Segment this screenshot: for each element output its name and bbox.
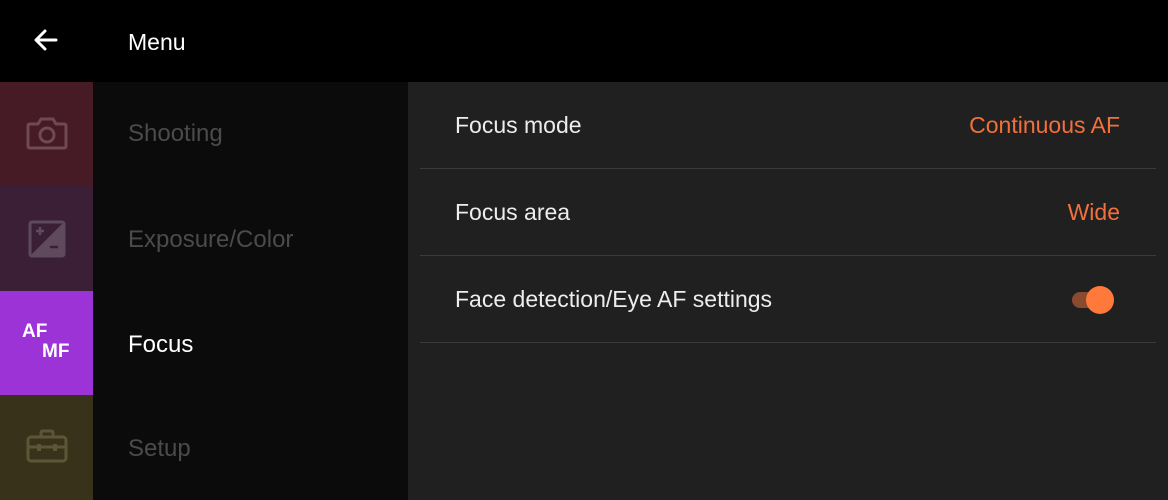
category-exposure-tab[interactable]	[0, 186, 93, 291]
setting-row-focus-area[interactable]: Focus area Wide	[420, 169, 1156, 256]
category-focus-tab[interactable]: AF MF	[0, 291, 93, 395]
top-bar: Menu	[0, 0, 1168, 82]
category-icon-column: AF MF	[0, 82, 93, 500]
setting-value: Wide	[1067, 199, 1120, 225]
toggle-thumb	[1086, 286, 1114, 314]
category-label-focus[interactable]: Focus	[128, 331, 193, 359]
arrow-left-icon	[34, 29, 58, 51]
setting-label: Face detection/Eye AF settings	[455, 286, 773, 312]
af-text: AF	[22, 321, 48, 342]
category-shooting-tab[interactable]	[0, 82, 93, 186]
toolbox-icon	[26, 429, 68, 463]
category-setup-tab[interactable]	[0, 395, 93, 500]
mf-text: MF	[42, 341, 70, 362]
setting-label: Focus area	[455, 199, 571, 225]
setting-row-focus-mode[interactable]: Focus mode Continuous AF	[420, 82, 1156, 169]
category-label-shooting[interactable]: Shooting	[128, 120, 223, 148]
back-button[interactable]	[22, 20, 70, 62]
af-mf-icon: AF MF	[22, 321, 78, 369]
setting-label: Focus mode	[455, 112, 582, 138]
face-detection-toggle[interactable]	[1070, 284, 1116, 314]
page-title: Menu	[128, 29, 186, 55]
category-label-setup[interactable]: Setup	[128, 435, 191, 463]
category-label-column: Shooting Exposure/Color Focus Setup	[93, 82, 408, 500]
setting-value: Continuous AF	[969, 112, 1120, 138]
settings-panel: Focus mode Continuous AF Focus area Wide…	[408, 82, 1168, 500]
exposure-compensation-icon	[28, 220, 66, 258]
camera-icon	[26, 117, 68, 150]
setting-row-face-detection[interactable]: Face detection/Eye AF settings	[420, 256, 1156, 343]
menu-screen: Menu AF MF Shooting Exposure/Color Focus…	[0, 0, 1168, 500]
category-label-exposure[interactable]: Exposure/Color	[128, 226, 293, 254]
